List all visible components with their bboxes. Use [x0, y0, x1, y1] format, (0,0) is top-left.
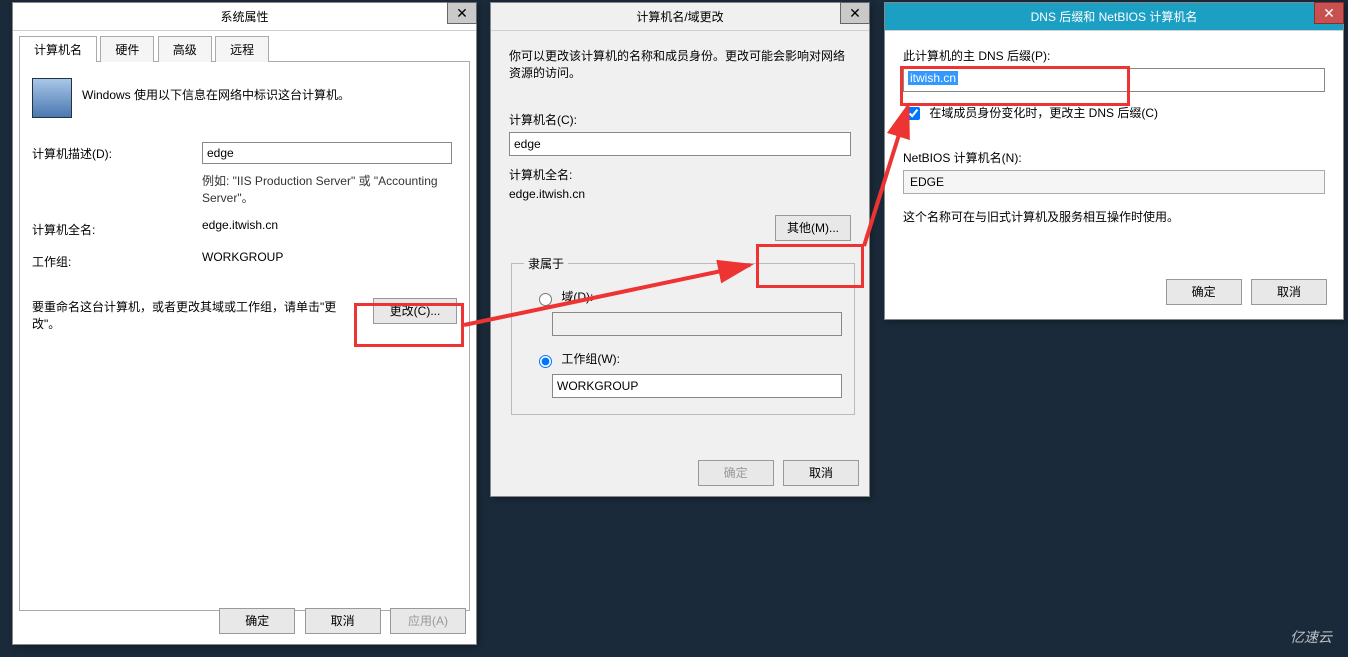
rename-hint: 要重命名这台计算机，或者更改其域或工作组，请单击"更改"。: [32, 298, 367, 332]
domain-radio[interactable]: [539, 293, 552, 306]
desc-hint: 例如: "IIS Production Server" 或 "Accountin…: [202, 172, 457, 206]
computer-name-domain-change-dialog: 计算机名/域更改 ✕ 你可以更改该计算机的名称和成员身份。更改可能会影响对网络资…: [490, 2, 870, 497]
dialog-buttons: 确定 取消: [692, 460, 859, 486]
fullname-label: 计算机全名:: [509, 166, 851, 183]
compat-note: 这个名称可在与旧式计算机及服务相互操作时使用。: [903, 208, 1325, 225]
close-icon[interactable]: ✕: [1314, 2, 1344, 24]
title-text: 计算机名/域更改: [636, 10, 723, 24]
watermark: 亿速云: [1290, 627, 1332, 647]
dialog-body: 此计算机的主 DNS 后缀(P): itwish.cn 在域成员身份变化时，更改…: [885, 31, 1343, 319]
workgroup-value: WORKGROUP: [202, 250, 457, 264]
tab-advanced[interactable]: 高级: [158, 36, 212, 62]
tab-strip: 计算机名 硬件 高级 远程: [19, 35, 470, 61]
ok-button[interactable]: 确定: [1166, 279, 1242, 305]
dialog-body: 你可以更改该计算机的名称和成员身份。更改可能会影响对网络资源的访问。 计算机名(…: [491, 31, 869, 431]
netbios-label: NetBIOS 计算机名(N):: [903, 149, 1325, 166]
fullname-value: edge.itwish.cn: [509, 187, 851, 201]
computer-icon: [32, 78, 72, 118]
change-button[interactable]: 更改(C)...: [373, 298, 457, 324]
close-icon[interactable]: ✕: [840, 2, 870, 24]
computer-name-input[interactable]: [509, 132, 851, 156]
dns-suffix-value: itwish.cn: [908, 71, 958, 85]
workgroup-input[interactable]: [552, 374, 842, 398]
intro-text: 你可以更改该计算机的名称和成员身份。更改可能会影响对网络资源的访问。: [509, 47, 851, 81]
title-text: DNS 后缀和 NetBIOS 计算机名: [1031, 10, 1198, 24]
cancel-button[interactable]: 取消: [305, 608, 381, 634]
tab-hardware[interactable]: 硬件: [100, 36, 154, 62]
change-suffix-checkbox[interactable]: [907, 107, 920, 120]
more-button[interactable]: 其他(M)...: [775, 215, 851, 241]
ok-button: 确定: [698, 460, 774, 486]
titlebar: DNS 后缀和 NetBIOS 计算机名 ✕: [885, 3, 1343, 31]
domain-radio-label: 域(D):: [561, 290, 593, 304]
workgroup-radio-label: 工作组(W):: [561, 352, 620, 366]
intro-text: Windows 使用以下信息在网络中标识这台计算机。: [82, 78, 350, 103]
title-text: 系统属性: [220, 10, 268, 24]
computer-description-input[interactable]: [202, 142, 452, 164]
ok-button[interactable]: 确定: [219, 608, 295, 634]
fullname-label: 计算机全名:: [32, 218, 202, 238]
fieldset-legend: 隶属于: [524, 255, 568, 272]
computer-name-label: 计算机名(C):: [509, 111, 851, 128]
close-icon[interactable]: ✕: [447, 2, 477, 24]
workgroup-radio[interactable]: [539, 355, 552, 368]
titlebar: 计算机名/域更改 ✕: [491, 3, 869, 31]
netbios-value: EDGE: [903, 170, 1325, 194]
cancel-button[interactable]: 取消: [783, 460, 859, 486]
dns-suffix-label: 此计算机的主 DNS 后缀(P):: [903, 47, 1325, 64]
fullname-value: edge.itwish.cn: [202, 218, 457, 232]
tab-remote[interactable]: 远程: [215, 36, 269, 62]
domain-input[interactable]: [552, 312, 842, 336]
cancel-button[interactable]: 取消: [1251, 279, 1327, 305]
system-properties-dialog: 系统属性 ✕ 计算机名 硬件 高级 远程 Windows 使用以下信息在网络中标…: [12, 2, 477, 645]
desc-label: 计算机描述(D):: [32, 142, 202, 162]
change-suffix-label: 在域成员身份变化时，更改主 DNS 后缀(C): [929, 106, 1158, 120]
member-of-fieldset: 隶属于 域(D): 工作组(W):: [511, 255, 855, 415]
dns-suffix-input[interactable]: itwish.cn: [903, 68, 1325, 92]
apply-button: 应用(A): [390, 608, 466, 634]
titlebar: 系统属性 ✕: [13, 3, 476, 31]
tab-panel: Windows 使用以下信息在网络中标识这台计算机。 计算机描述(D): 例如:…: [19, 61, 470, 611]
dns-suffix-netbios-dialog: DNS 后缀和 NetBIOS 计算机名 ✕ 此计算机的主 DNS 后缀(P):…: [884, 2, 1344, 320]
dialog-buttons: 确定 取消 应用(A): [213, 608, 466, 634]
workgroup-label: 工作组:: [32, 250, 202, 270]
tab-computer-name[interactable]: 计算机名: [19, 36, 97, 62]
dialog-buttons: 确定 取消: [1160, 279, 1327, 305]
